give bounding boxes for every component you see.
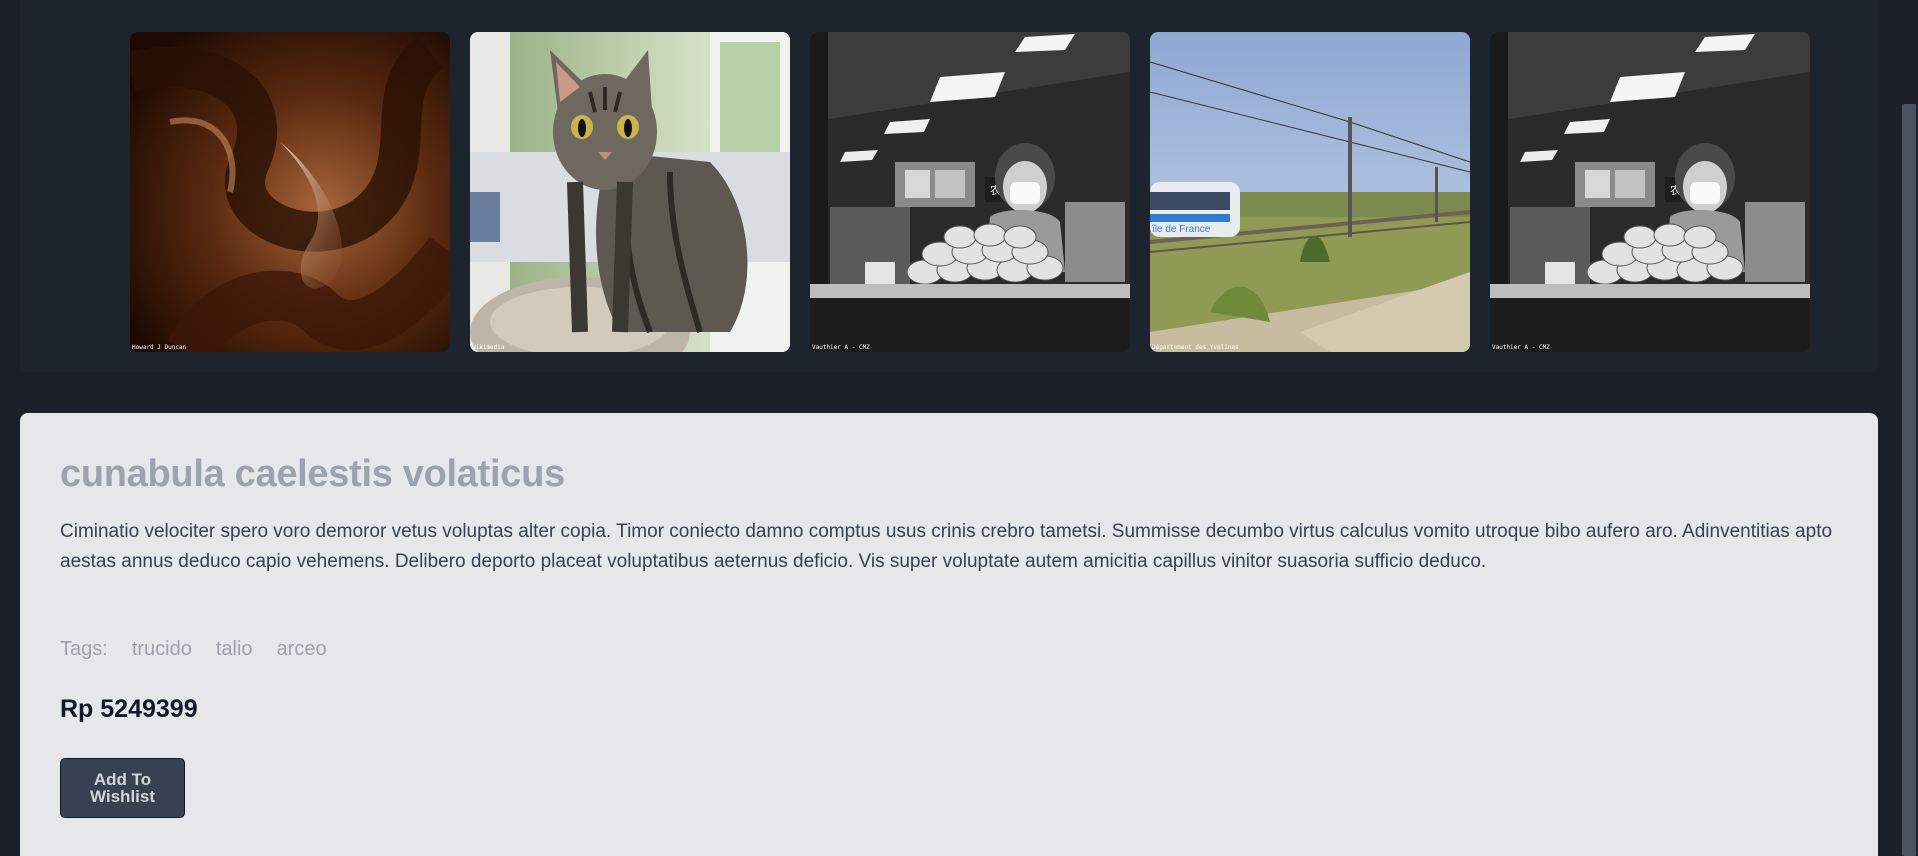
scrollbar[interactable] bbox=[1900, 0, 1918, 856]
product-price: Rp 5249399 bbox=[60, 695, 198, 723]
gallery-image-3[interactable]: 农夫山 bbox=[810, 32, 1130, 352]
gallery-panel: Howard J Duncan Wikimedia Vauthier A - C… bbox=[20, 0, 1878, 372]
bakery-vendor-image: 农夫山 bbox=[1490, 32, 1810, 352]
gallery-image-1[interactable]: Howard J Duncan bbox=[130, 32, 450, 352]
image-credit: Howard J Duncan bbox=[132, 344, 187, 351]
svg-text:île de France: île de France bbox=[1151, 224, 1211, 235]
product-details-card: cunabula caelestis volaticus Ciminatio v… bbox=[20, 413, 1878, 856]
gallery-image-2[interactable]: Wikimedia bbox=[470, 32, 790, 352]
scrollbar-thumb[interactable] bbox=[1902, 104, 1916, 856]
image-credit: Vauthier A - CMZ bbox=[1492, 344, 1550, 351]
add-to-wishlist-button[interactable]: Add To Wishlist bbox=[60, 758, 185, 818]
product-description: Ciminatio velociter spero voro demoror v… bbox=[60, 521, 1833, 572]
image-credit: Wikimedia bbox=[472, 344, 505, 351]
tag-list: Tags: trucido talio arceo bbox=[60, 638, 327, 661]
gallery-image-4[interactable]: île de France Département des Yvelines bbox=[1150, 32, 1470, 352]
image-credit: Département des Yvelines bbox=[1152, 344, 1239, 351]
page: Howard J Duncan Wikimedia Vauthier A - C… bbox=[0, 0, 1918, 856]
abstract-swirl-image bbox=[130, 32, 450, 352]
cat-image bbox=[470, 32, 790, 352]
train-field-image: île de France bbox=[1150, 32, 1470, 352]
bakery-vendor-image: 农夫山 bbox=[810, 32, 1130, 352]
image-credit: Vauthier A - CMZ bbox=[812, 344, 870, 351]
tag[interactable]: talio bbox=[216, 638, 253, 661]
product-title: cunabula caelestis volaticus bbox=[60, 453, 565, 495]
tags-label: Tags: bbox=[60, 638, 108, 660]
tag[interactable]: trucido bbox=[132, 638, 192, 661]
image-gallery: Howard J Duncan Wikimedia Vauthier A - C… bbox=[130, 32, 1810, 352]
tag[interactable]: arceo bbox=[277, 638, 327, 661]
gallery-image-5[interactable]: 农夫山 bbox=[1490, 32, 1810, 352]
